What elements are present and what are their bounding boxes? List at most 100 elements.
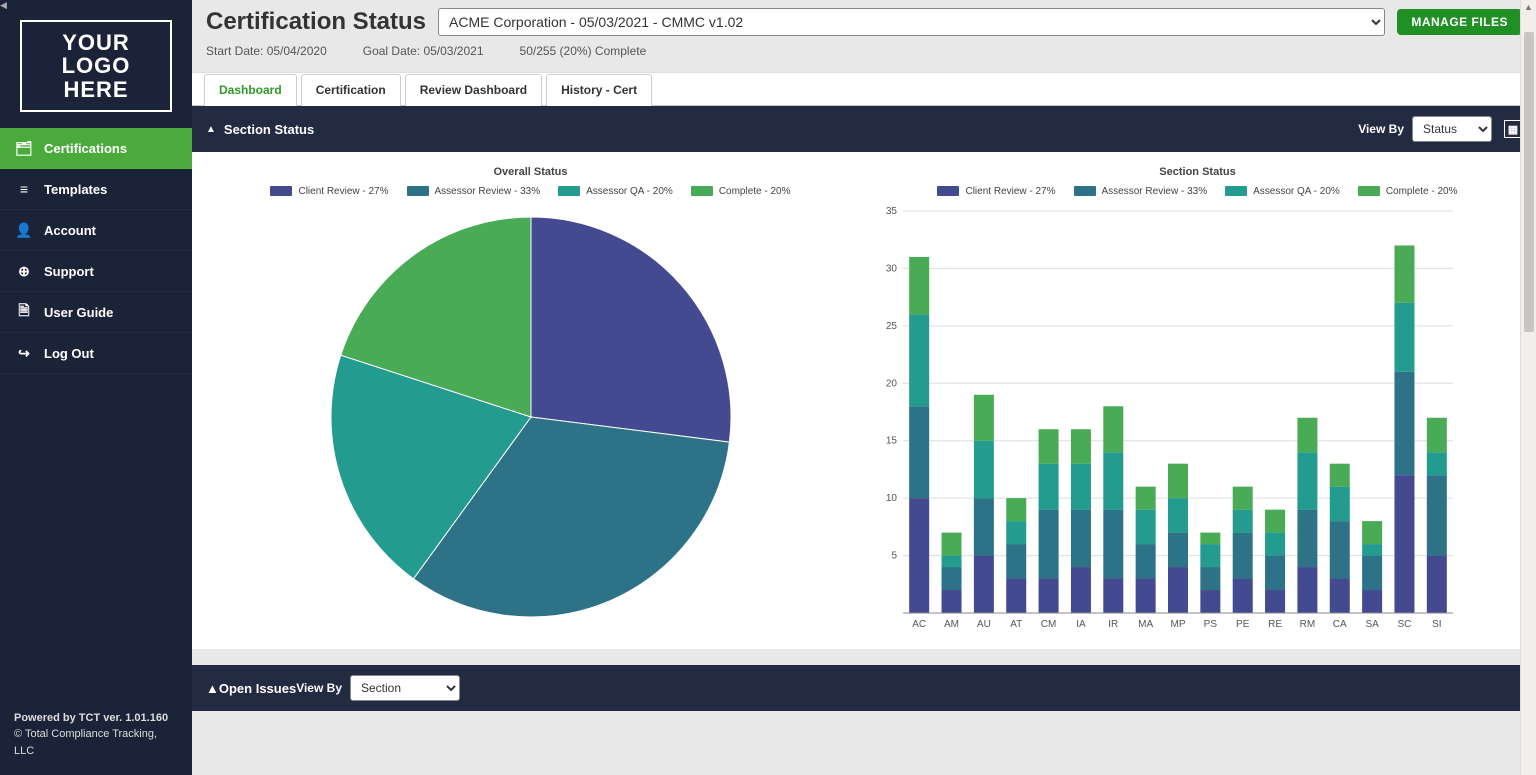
scroll-up-arrow-icon[interactable]: ▲ [1524,0,1533,14]
sidebar-item-templates[interactable]: ≡Templates [0,169,192,210]
bar-segment [909,498,929,613]
overall-status-chart: Overall Status Client Review - 27%Assess… [202,166,859,637]
progress-text: 50/255 (20%) Complete [520,44,647,58]
bar-segment [1136,510,1156,544]
sidebar-item-label: Log Out [44,346,94,361]
bar-segment [942,533,962,556]
logo-placeholder: YOUR LOGO HERE [20,20,172,112]
sidebar-item-user-guide[interactable]: 🗎User Guide [0,292,192,333]
legend-item: Assessor Review - 33% [407,186,541,197]
bar-segment [1039,579,1059,613]
bar-segment [1006,498,1026,521]
sidebar-item-certifications[interactable]: 🗂Certifications [0,128,192,169]
bar-segment [1039,464,1059,510]
legend-item: Client Review - 27% [270,186,388,197]
bar-segment [1200,544,1220,567]
bar-segment [1071,464,1091,510]
tab-history-cert[interactable]: History - Cert [546,74,652,106]
section-status-chart: Section Status Client Review - 27%Assess… [869,166,1526,637]
account-icon: 👤 [16,222,32,238]
bar-segment [1136,544,1156,578]
bar-segment [974,498,994,555]
legend-swatch [1358,186,1380,196]
bar-segment [1071,429,1091,463]
legend-swatch [691,186,713,196]
bar-segment [1233,487,1253,510]
bar-segment [942,556,962,567]
tab-certification[interactable]: Certification [301,74,401,106]
bar-chart-svg: 5101520253035ACAMAUATCMIAIRMAMPPSPERERMC… [869,207,1459,637]
svg-text:SA: SA [1365,619,1379,630]
sidebar: ◀ YOUR LOGO HERE 🗂Certifications≡Templat… [0,0,192,775]
legend-swatch [407,186,429,196]
svg-text:25: 25 [886,321,898,332]
logo-line: HERE [62,78,131,101]
bar-segment [942,590,962,613]
sidebar-item-label: Certifications [44,141,127,156]
section-status-bar[interactable]: ▲ Section Status View By Status ▦ [192,106,1536,152]
svg-text:CM: CM [1041,619,1057,630]
svg-text:MA: MA [1138,619,1153,630]
bar-segment [1006,544,1026,578]
logo-line: YOUR [62,31,131,54]
bar-segment [974,395,994,441]
bar-segment [909,314,929,406]
sidebar-collapse-handle[interactable]: ◀ [0,0,10,12]
svg-text:10: 10 [886,493,898,504]
version-text: Powered by TCT ver. 1.01.160 [14,710,178,727]
tab-dashboard[interactable]: Dashboard [204,74,297,106]
open-issues-view-by-select[interactable]: Section [350,675,460,701]
view-by-label: View By [296,681,342,695]
bar-segment [1297,567,1317,613]
chart-title: Section Status [869,166,1526,178]
manage-files-button[interactable]: MANAGE FILES [1397,9,1522,35]
bar-segment [1330,487,1350,521]
sidebar-item-label: Account [44,223,96,238]
svg-text:PE: PE [1236,619,1250,630]
scrollbar[interactable]: ▲ [1520,0,1536,775]
svg-text:CA: CA [1333,619,1347,630]
view-by-select[interactable]: Status [1412,116,1492,142]
start-date: Start Date: 05/04/2020 [206,44,327,58]
sidebar-footer: Powered by TCT ver. 1.01.160 © Total Com… [0,700,192,775]
svg-text:PS: PS [1204,619,1218,630]
bar-segment [1394,475,1414,613]
support-icon: ⊕ [16,263,32,279]
bar-segment [1103,510,1123,579]
legend-swatch [937,186,959,196]
bar-segment [974,556,994,613]
legend-item: Assessor Review - 33% [1074,186,1208,197]
bar-segment [974,441,994,498]
svg-text:SC: SC [1398,619,1412,630]
bar-segment [1297,452,1317,509]
svg-text:AU: AU [977,619,991,630]
bar-segment [1071,510,1091,567]
sidebar-item-label: Templates [44,182,107,197]
bar-segment [1233,533,1253,579]
open-issues-bar[interactable]: ▲ Open Issues View By Section [192,665,1536,711]
bar-segment [1297,418,1317,452]
bar-segment [1200,590,1220,613]
sidebar-item-account[interactable]: 👤 Account [0,210,192,251]
legend-item: Assessor QA - 20% [558,186,673,197]
bar-segment [1265,590,1285,613]
tab-review-dashboard[interactable]: Review Dashboard [405,74,542,106]
scroll-thumb[interactable] [1524,32,1534,332]
sidebar-item-log-out[interactable]: ↪Log Out [0,333,192,374]
bar-segment [1362,556,1382,590]
collapse-caret-icon[interactable]: ▲ [206,124,216,135]
pie-slice-client_review [531,217,731,442]
bar-segment [1039,510,1059,579]
bar-segment [1039,429,1059,463]
meta-row: Start Date: 05/04/2020 Goal Date: 05/03/… [192,40,1536,72]
nav-list: 🗂Certifications≡Templates 👤 Account ⊕Suppor… [0,128,192,374]
bar-segment [1233,579,1253,613]
bar-segment [909,406,929,498]
bar-segment [1103,406,1123,452]
bar-segment [1103,452,1123,509]
bar-segment [1103,579,1123,613]
collapse-caret-icon[interactable]: ▲ [206,681,219,696]
certification-select[interactable]: ACME Corporation - 05/03/2021 - CMMC v1.… [438,8,1385,36]
sidebar-item-label: User Guide [44,305,113,320]
sidebar-item-support[interactable]: ⊕Support [0,251,192,292]
